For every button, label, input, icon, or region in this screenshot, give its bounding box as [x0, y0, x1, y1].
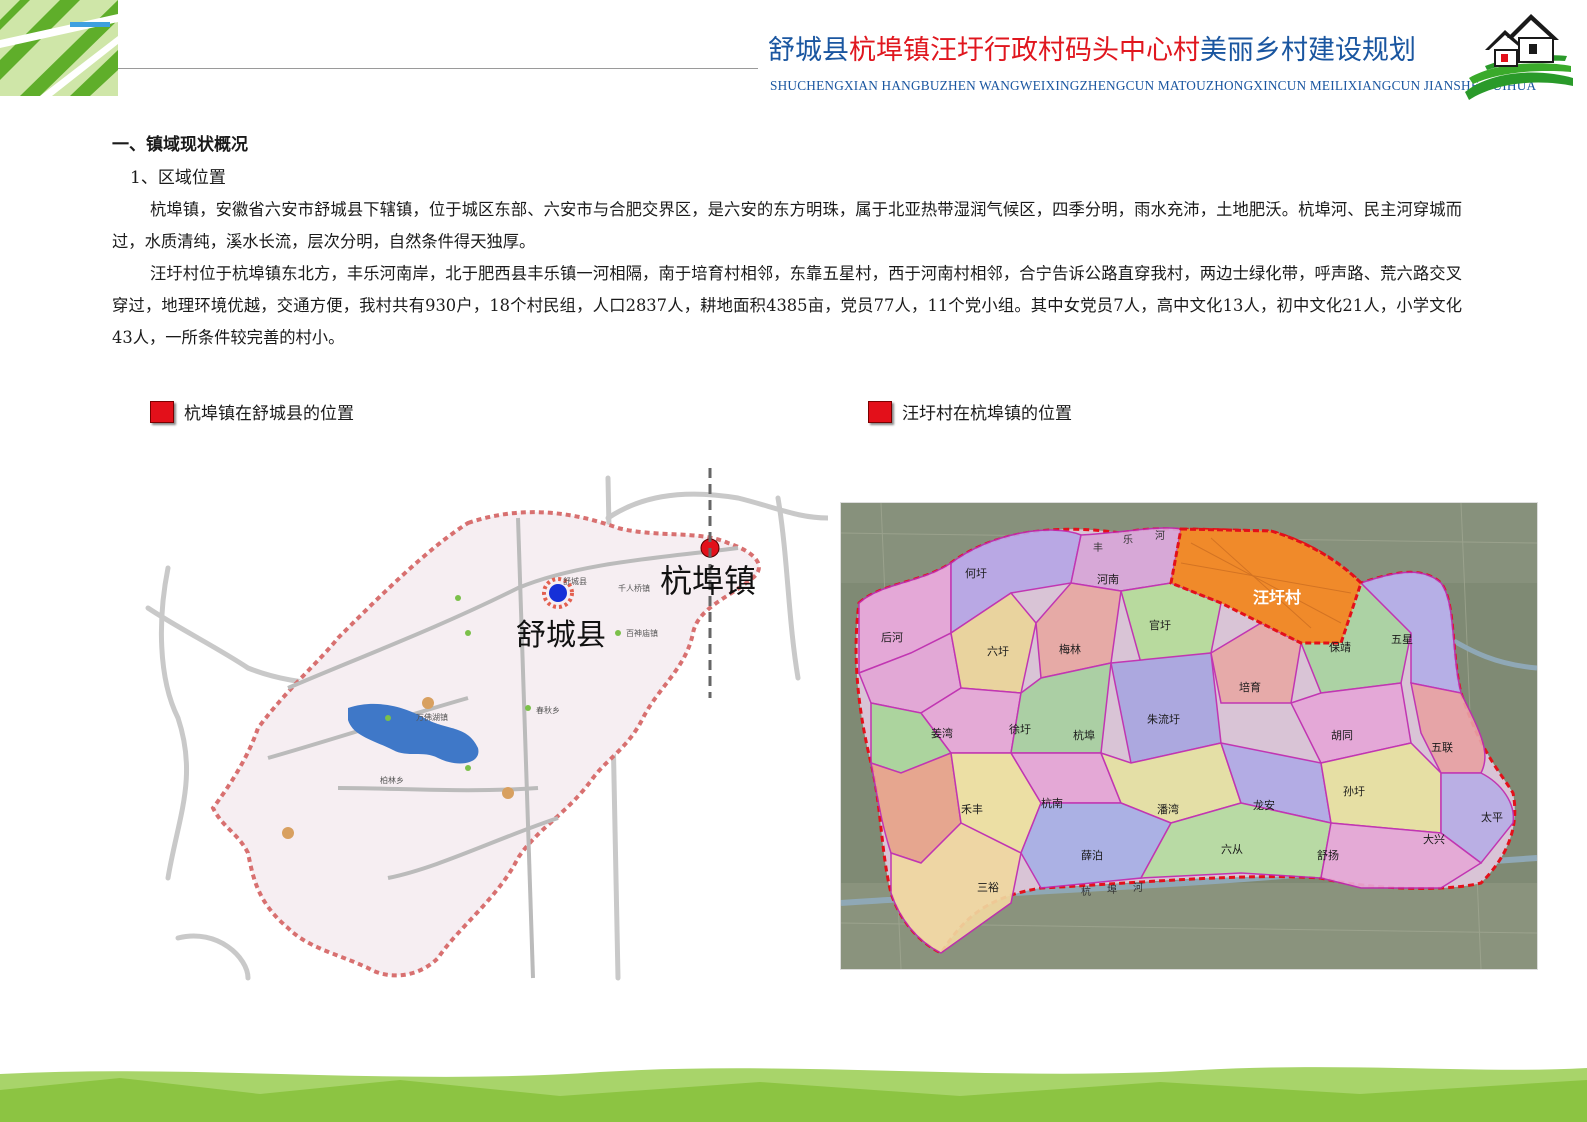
legend-label: 杭埠镇在舒城县的位置	[184, 404, 354, 424]
page-subtitle: SHUCHENGXIAN HANGBUZHEN WANGWEIXINGZHENG…	[770, 78, 1537, 93]
river-char: 乐	[1123, 534, 1133, 546]
village-label: 大兴	[1423, 832, 1445, 846]
river-char: 埠	[1107, 883, 1117, 896]
legend-swatch	[868, 400, 892, 423]
village-label: 潘湾	[1157, 802, 1179, 816]
legend-village-in-town: 汪圩村在杭埠镇的位置	[868, 399, 1072, 424]
village-label: 后河	[881, 631, 903, 644]
river-char: 河	[1133, 882, 1143, 894]
village-label: 薛泊	[1081, 849, 1103, 862]
title-village: 杭埠镇汪圩行政村码头中心村	[849, 35, 1200, 66]
paragraph-village-overview: 汪圩村位于杭埠镇东北方，丰乐河南岸，北于肥西县丰乐镇一河相隔，南于培育村相邻，东…	[112, 264, 1462, 347]
river-char: 杭	[1081, 885, 1091, 898]
county-seat-marker	[549, 584, 567, 602]
village-label: 何圩	[965, 567, 987, 580]
paragraph-town-overview: 杭埠镇，安徽省六安市舒城县下辖镇，位于城区东部、六安市与合肥交界区，是六安的东方…	[112, 200, 1462, 251]
village-label: 杭埠	[1073, 728, 1095, 742]
village-label: 六从	[1221, 843, 1243, 856]
section-heading: 一、镇域现状概况	[112, 135, 248, 155]
village-label: 朱流圩	[1147, 712, 1180, 726]
small-place-label: 百神庙镇	[626, 628, 658, 638]
village-label: 姜湾	[931, 726, 953, 740]
footer-grass-band	[0, 1060, 1587, 1122]
county-location-map: 舒城县 杭埠镇 舒城县 千人桥镇 百神庙镇 万佛湖镇 春秋乡 柏林乡	[145, 468, 828, 981]
village-label: 三裕	[977, 881, 999, 894]
legend-town-in-county: 杭埠镇在舒城县的位置	[150, 399, 354, 424]
village-label: 梅林	[1059, 642, 1081, 656]
village-label: 河南	[1097, 573, 1119, 586]
small-place-label: 春秋乡	[536, 705, 560, 715]
village-label: 五星	[1391, 633, 1413, 646]
legend-swatch	[150, 400, 174, 423]
title-plan: 美丽乡村建设规划	[1200, 35, 1416, 66]
village-label: 培育	[1239, 680, 1261, 694]
town-label: 杭埠镇	[660, 562, 756, 600]
small-place-label: 柏林乡	[380, 775, 404, 785]
village-label: 五联	[1431, 741, 1453, 754]
river-char: 河	[1155, 530, 1165, 542]
river-char: 丰	[1093, 541, 1103, 554]
title-county: 舒城县	[768, 35, 849, 66]
county-label: 舒城县	[516, 618, 606, 653]
village-label: 官圩	[1149, 618, 1171, 632]
decorative-field-logo	[0, 0, 118, 96]
legend-label: 汪圩村在杭埠镇的位置	[902, 404, 1072, 424]
township-village-map: 何圩 河南 后河 六圩 梅林 官圩 五星 保靖 培育 姜湾 徐圩 杭埠 朱流圩 …	[840, 502, 1538, 970]
small-place-label: 千人桥镇	[618, 583, 650, 593]
village-label: 舒扬	[1317, 848, 1339, 862]
header-divider	[118, 68, 758, 69]
village-label: 禾丰	[961, 803, 983, 816]
village-label: 龙安	[1253, 798, 1275, 812]
village-label: 太平	[1481, 811, 1503, 824]
village-label: 杭南	[1041, 796, 1063, 810]
subsection-heading: 1、区域位置	[130, 168, 226, 188]
village-label: 徐圩	[1009, 722, 1031, 736]
highlight-village-label: 汪圩村	[1253, 588, 1301, 607]
village-house-logo	[1465, 14, 1573, 100]
village-label: 保靖	[1329, 640, 1351, 654]
village-label: 胡同	[1331, 728, 1353, 742]
village-label: 六圩	[987, 645, 1009, 658]
village-label: 孙圩	[1343, 785, 1365, 798]
page-title: 舒城县杭埠镇汪圩行政村码头中心村美丽乡村建设规划	[768, 28, 1416, 67]
small-place-label: 万佛湖镇	[416, 712, 448, 722]
small-place-label: 舒城县	[563, 576, 587, 586]
